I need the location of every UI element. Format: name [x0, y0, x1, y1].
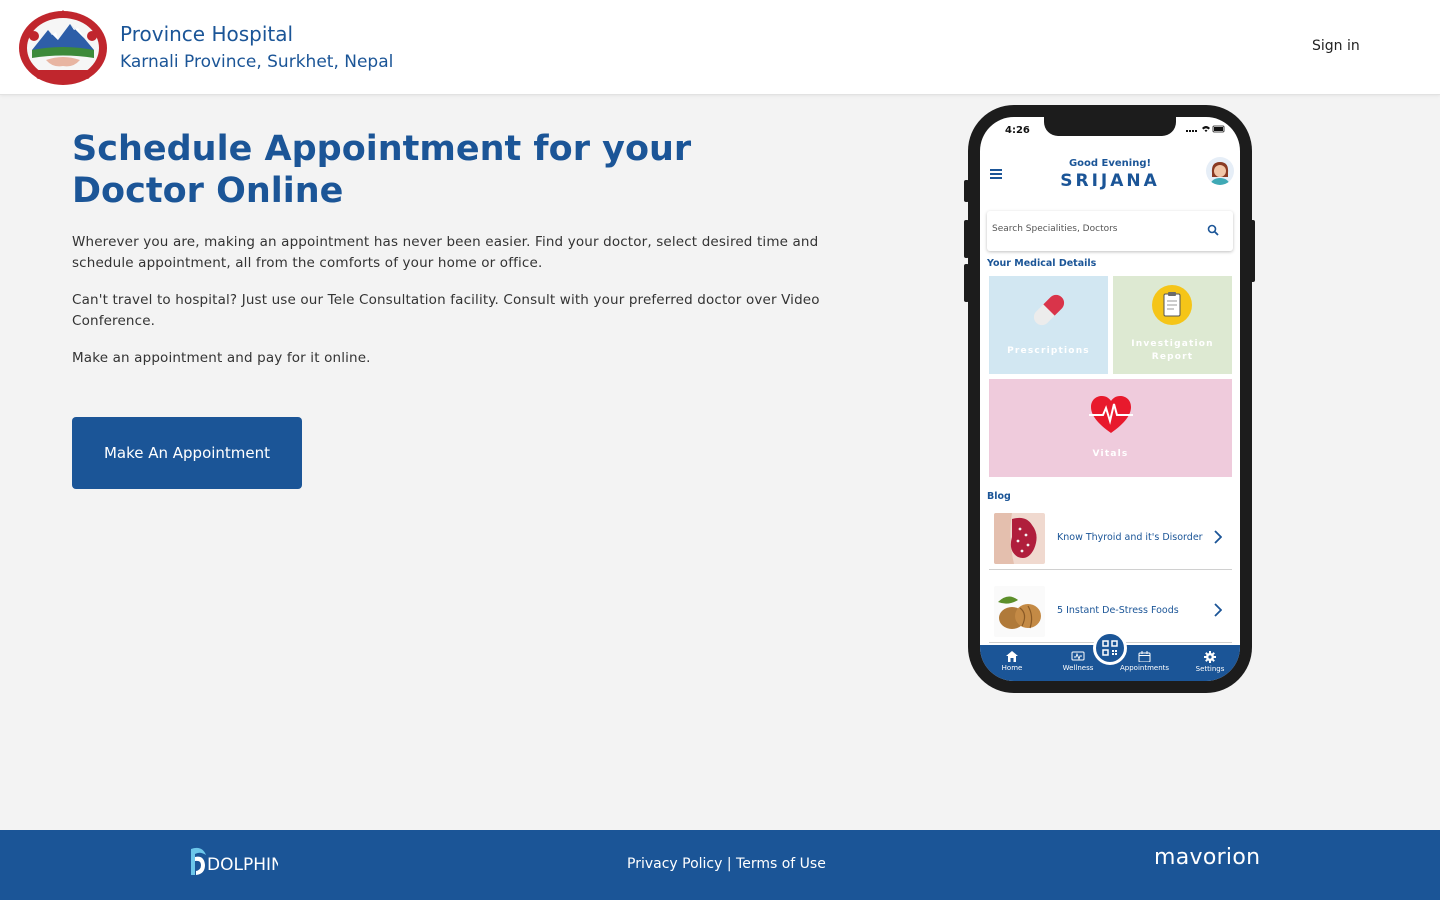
make-appointment-button[interactable]: Make An Appointment	[72, 417, 302, 489]
dolphin-logo[interactable]: DOLPHIN	[188, 845, 284, 877]
greeting-text: Good Evening!	[1068, 158, 1152, 169]
qr-code-icon	[1102, 640, 1118, 656]
blog-thumbnail-walnuts	[994, 586, 1045, 637]
svg-text:DOLPHIN: DOLPHIN	[207, 855, 278, 875]
clipboard-icon	[1152, 285, 1192, 325]
tile-investigation-report[interactable]: Investigation Report	[1113, 276, 1232, 374]
phone-notch	[1044, 117, 1176, 136]
medical-details-title: Your Medical Details	[987, 258, 1097, 269]
search-bar[interactable]: Search Specialities, Doctors	[987, 211, 1233, 251]
hospital-name: Province Hospital	[120, 22, 294, 46]
tile-label: Prescriptions	[1007, 346, 1090, 356]
blog-item[interactable]: Know Thyroid and it's Disorder	[989, 508, 1232, 570]
pay-online-paragraph: Make an appointment and pay for it onlin…	[72, 350, 371, 366]
nav-label: Appointments	[1120, 664, 1170, 672]
tile-label: Investigation Report	[1131, 339, 1214, 362]
user-name: SRIJANA	[1060, 171, 1160, 191]
mavorion-logo[interactable]: mavorion	[1154, 845, 1260, 870]
search-placeholder: Search Specialities, Doctors	[992, 224, 1118, 234]
home-icon	[1006, 651, 1018, 662]
wellness-icon	[1071, 651, 1085, 661]
link-separator: |	[726, 856, 732, 872]
chevron-right-icon	[1214, 603, 1222, 617]
terms-of-use-link[interactable]: Terms of Use	[736, 856, 826, 872]
teleconsult-paragraph: Can't travel to hospital? Just use our T…	[72, 292, 820, 329]
site-header: Province Hospital Karnali Province, Surk…	[0, 0, 1440, 95]
nav-settings[interactable]: Settings	[1188, 651, 1232, 673]
gear-icon	[1204, 651, 1216, 663]
nav-label: Home	[1001, 664, 1023, 672]
page-title: Schedule Appointment for your Doctor Onl…	[72, 129, 692, 211]
search-icon[interactable]	[1207, 224, 1219, 236]
blog-item-title: 5 Instant De-Stress Foods	[1057, 605, 1179, 616]
privacy-policy-link[interactable]: Privacy Policy	[627, 856, 722, 872]
tile-vitals[interactable]: Vitals	[989, 379, 1232, 477]
calendar-icon	[1138, 651, 1150, 662]
nav-appointments[interactable]: Appointments	[1120, 651, 1170, 672]
phone-screen: 4:26 Good Evening! SRIJANA Search Specia…	[980, 117, 1240, 681]
user-avatar[interactable]	[1206, 157, 1234, 185]
nav-label: Settings	[1195, 665, 1225, 673]
chevron-right-icon	[1214, 530, 1222, 544]
tile-label: Vitals	[1092, 449, 1129, 459]
hospital-location: Karnali Province, Surkhet, Nepal	[120, 52, 394, 72]
nepal-emblem-logo[interactable]	[18, 8, 108, 86]
blog-title: Blog	[987, 491, 1011, 502]
blog-item-title: Know Thyroid and it's Disorder	[1057, 532, 1203, 543]
phone-mockup: 4:26 Good Evening! SRIJANA Search Specia…	[968, 105, 1252, 693]
nav-home[interactable]: Home	[990, 651, 1034, 672]
pill-icon	[1033, 294, 1065, 326]
qr-scan-button[interactable]	[1093, 631, 1127, 665]
tile-prescriptions[interactable]: Prescriptions	[989, 276, 1108, 374]
status-time: 4:26	[1005, 125, 1030, 136]
sign-in-link[interactable]: Sign in	[1312, 38, 1360, 54]
status-icons	[1186, 125, 1226, 135]
blog-thumbnail-thyroid	[994, 513, 1045, 564]
intro-paragraph: Wherever you are, making an appointment …	[72, 234, 819, 271]
nav-label: Wellness	[1062, 664, 1094, 672]
footer-links: Privacy Policy | Terms of Use	[627, 856, 826, 872]
heart-pulse-icon	[1089, 396, 1133, 433]
